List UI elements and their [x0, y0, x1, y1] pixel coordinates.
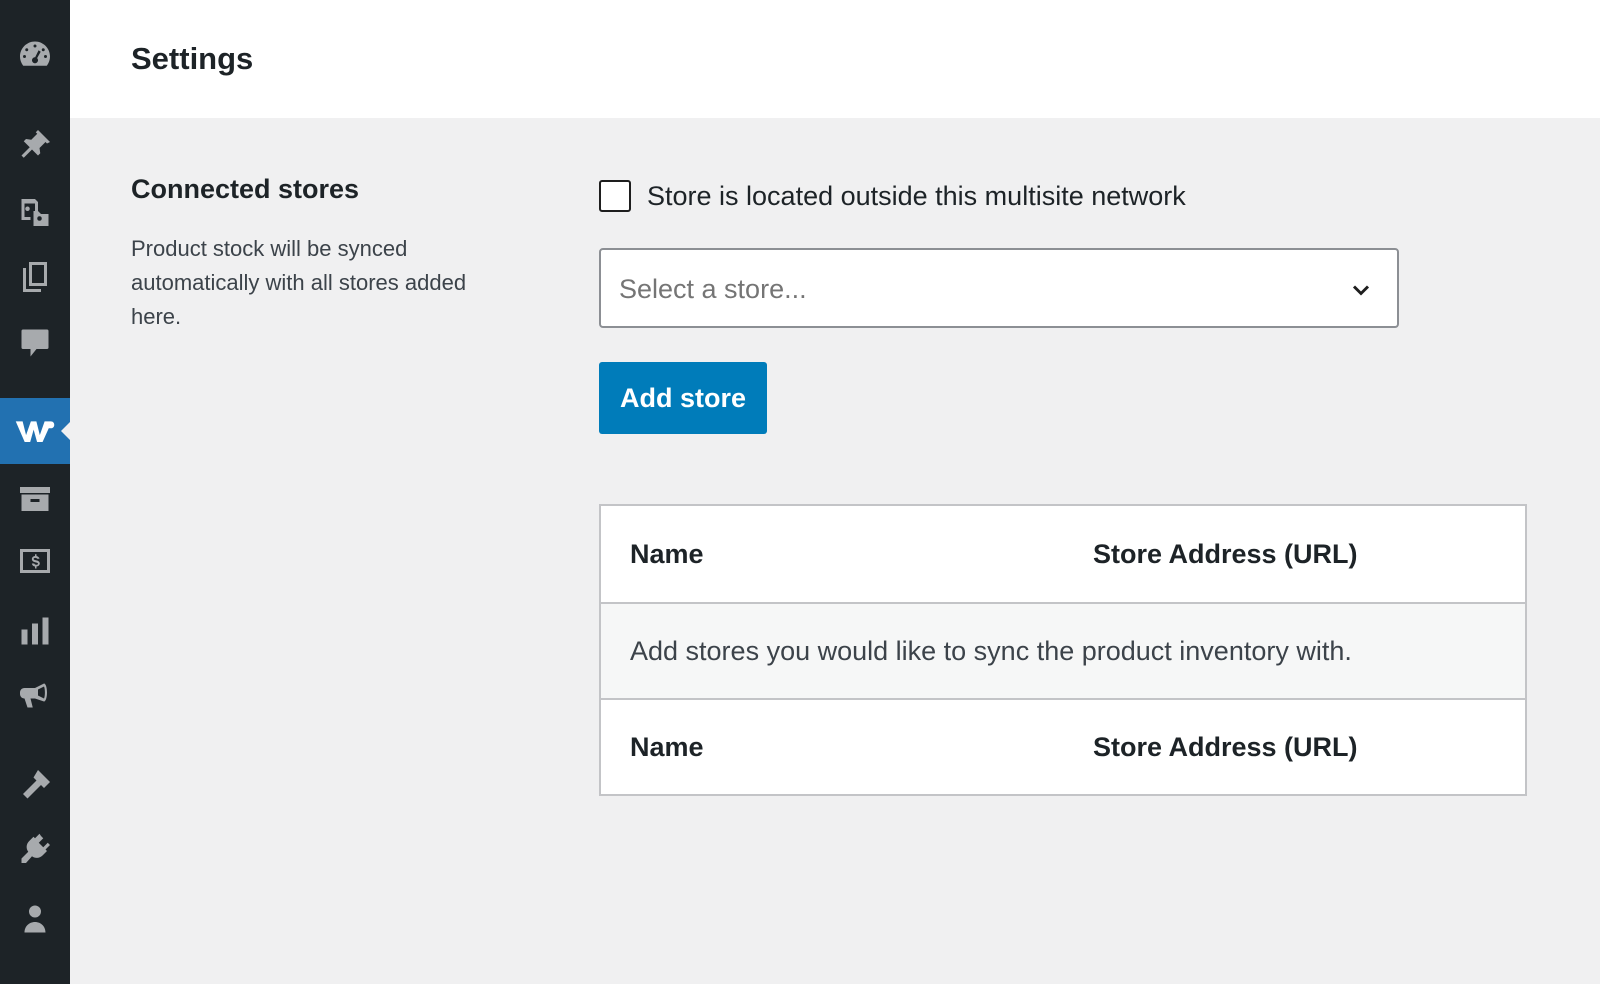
section-title: Connected stores: [131, 174, 360, 204]
media-icon: [21, 199, 49, 226]
page-title: Settings: [131, 41, 254, 76]
sidebar-item-woocommerce[interactable]: [0, 398, 70, 464]
outside-network-checkbox-row[interactable]: Store is located outside this multisite …: [599, 179, 1186, 213]
sidebar-item-posts[interactable]: [0, 112, 70, 178]
admin-sidebar: [0, 0, 70, 984]
users-icon: [24, 905, 46, 933]
store-select[interactable]: Select a store...: [599, 248, 1399, 328]
page-header: Settings: [70, 0, 1600, 118]
sidebar-item-media[interactable]: [0, 178, 70, 244]
payments-icon: [20, 549, 50, 573]
connected-stores-table: Name Store Address (URL) Add stores you …: [599, 504, 1527, 796]
table-footer-row: Name Store Address (URL): [601, 698, 1525, 794]
store-select-placeholder: Select a store...: [619, 274, 807, 304]
sidebar-item-pages[interactable]: [0, 244, 70, 310]
table-empty-message: Add stores you would like to sync the pr…: [630, 635, 1352, 666]
sidebar-item-comments[interactable]: [0, 310, 70, 376]
sidebar-item-appearance[interactable]: [0, 752, 70, 818]
archive-icon: [20, 487, 50, 511]
section-description: Product stock will be synced automatical…: [131, 236, 467, 329]
sidebar-item-products[interactable]: [0, 466, 70, 532]
marketing-icon: [20, 683, 47, 708]
table-empty-row: Add stores you would like to sync the pr…: [601, 602, 1525, 698]
sidebar-item-payments[interactable]: [0, 528, 70, 594]
sidebar-item-dashboard[interactable]: [0, 22, 70, 88]
column-header-url[interactable]: Store Address (URL): [1093, 539, 1358, 570]
chevron-down-icon: [1347, 276, 1375, 304]
comments-icon: [21, 329, 49, 357]
column-footer-url[interactable]: Store Address (URL): [1093, 732, 1358, 763]
pages-icon: [23, 262, 47, 292]
sidebar-item-plugins[interactable]: [0, 818, 70, 884]
analytics-icon: [21, 617, 49, 645]
sidebar-item-users[interactable]: [0, 886, 70, 952]
table-header-row: Name Store Address (URL): [601, 506, 1525, 602]
outside-network-checkbox[interactable]: [599, 180, 631, 212]
appearance-icon: [23, 770, 50, 799]
outside-network-checkbox-label[interactable]: Store is located outside this multisite …: [647, 179, 1186, 213]
column-footer-name[interactable]: Name: [630, 732, 704, 763]
dashboard-icon: [20, 41, 50, 66]
add-store-button[interactable]: Add store: [599, 362, 767, 434]
column-header-name[interactable]: Name: [630, 539, 704, 570]
plugins-icon: [21, 833, 50, 863]
sidebar-item-analytics[interactable]: [0, 598, 70, 664]
woo-w-icon: [15, 421, 55, 442]
pin-icon: [21, 130, 50, 158]
sidebar-item-marketing[interactable]: [0, 664, 70, 730]
